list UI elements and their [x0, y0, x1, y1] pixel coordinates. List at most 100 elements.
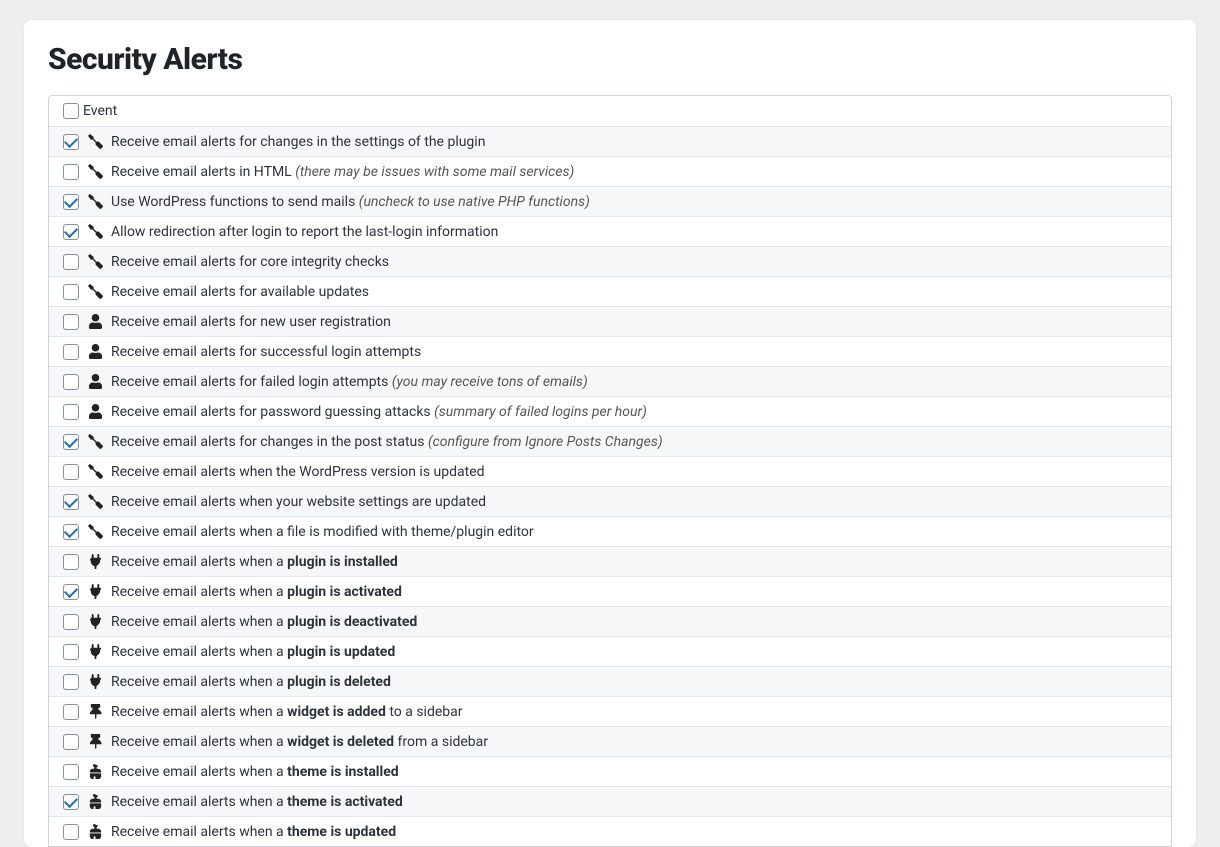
alert-row: Receive email alerts when a file is modi… — [49, 516, 1171, 546]
plug-icon — [88, 644, 103, 659]
alert-checkbox[interactable] — [63, 734, 79, 750]
alert-checkbox[interactable] — [63, 194, 79, 210]
alert-label: Receive email alerts when the WordPress … — [107, 464, 1161, 480]
select-all-checkbox[interactable] — [63, 103, 79, 119]
alert-row: Use WordPress functions to send mails (u… — [49, 186, 1171, 216]
alert-row: Receive email alerts for successful logi… — [49, 336, 1171, 366]
alert-label: Receive email alerts when a plugin is up… — [107, 644, 1161, 660]
alert-label: Receive email alerts when a plugin is in… — [107, 554, 1161, 570]
alert-checkbox[interactable] — [63, 824, 79, 840]
alert-label: Receive email alerts in HTML (there may … — [107, 164, 1161, 180]
wrench-icon — [88, 254, 103, 269]
alert-row: Receive email alerts when your website s… — [49, 486, 1171, 516]
alert-label: Receive email alerts for failed login at… — [107, 374, 1161, 390]
alert-row: Receive email alerts for password guessi… — [49, 396, 1171, 426]
alert-checkbox[interactable] — [63, 764, 79, 780]
alert-label: Receive email alerts when a theme is act… — [107, 794, 1161, 810]
alert-label: Receive email alerts for core integrity … — [107, 254, 1161, 270]
alert-row: Receive email alerts when a widget is ad… — [49, 696, 1171, 726]
alert-row: Receive email alerts when a theme is ins… — [49, 756, 1171, 786]
alert-checkbox[interactable] — [63, 284, 79, 300]
alert-row: Receive email alerts when a plugin is in… — [49, 546, 1171, 576]
alert-label: Receive email alerts for available updat… — [107, 284, 1161, 300]
alert-row: Receive email alerts when a plugin is ac… — [49, 576, 1171, 606]
alerts-table: Event Receive email alerts for changes in… — [48, 95, 1172, 847]
alert-row: Receive email alerts for failed login at… — [49, 366, 1171, 396]
alert-checkbox[interactable] — [63, 374, 79, 390]
alert-checkbox[interactable] — [63, 464, 79, 480]
alert-row: Receive email alerts for available updat… — [49, 276, 1171, 306]
user-icon — [88, 374, 103, 389]
brush-icon — [88, 824, 103, 839]
plug-icon — [88, 584, 103, 599]
alert-row: Receive email alerts when a plugin is up… — [49, 636, 1171, 666]
alert-row: Receive email alerts for new user regist… — [49, 306, 1171, 336]
alert-row: Allow redirection after login to report … — [49, 216, 1171, 246]
alert-label: Receive email alerts when a plugin is de… — [107, 674, 1161, 690]
wrench-icon — [88, 224, 103, 239]
plug-icon — [88, 554, 103, 569]
alert-checkbox[interactable] — [63, 164, 79, 180]
alert-checkbox[interactable] — [63, 224, 79, 240]
alert-checkbox[interactable] — [63, 314, 79, 330]
alert-checkbox[interactable] — [63, 494, 79, 510]
brush-icon — [88, 794, 103, 809]
alert-label: Receive email alerts when a theme is ins… — [107, 764, 1161, 780]
alert-label: Receive email alerts for password guessi… — [107, 404, 1161, 420]
wrench-icon — [88, 524, 103, 539]
alert-row: Receive email alerts in HTML (there may … — [49, 156, 1171, 186]
alert-label: Receive email alerts when your website s… — [107, 494, 1161, 510]
page-title: Security Alerts — [48, 42, 1172, 77]
alert-label: Receive email alerts when a theme is upd… — [107, 824, 1161, 840]
pin-icon — [88, 734, 103, 749]
alert-label: Receive email alerts for changes in the … — [107, 134, 1161, 150]
alert-checkbox[interactable] — [63, 674, 79, 690]
alert-row: Receive email alerts when a plugin is de… — [49, 666, 1171, 696]
wrench-icon — [88, 194, 103, 209]
alert-checkbox[interactable] — [63, 704, 79, 720]
alert-checkbox[interactable] — [63, 524, 79, 540]
alert-checkbox[interactable] — [63, 584, 79, 600]
wrench-icon — [88, 434, 103, 449]
alert-label: Receive email alerts for new user regist… — [107, 314, 1161, 330]
alert-row: Receive email alerts for changes in the … — [49, 426, 1171, 456]
alert-checkbox[interactable] — [63, 404, 79, 420]
alert-label: Receive email alerts for successful logi… — [107, 344, 1161, 360]
alert-label: Allow redirection after login to report … — [107, 224, 1161, 240]
brush-icon — [88, 764, 103, 779]
wrench-icon — [88, 164, 103, 179]
alert-label: Receive email alerts when a plugin is de… — [107, 614, 1161, 630]
alert-checkbox[interactable] — [63, 134, 79, 150]
alert-label: Receive email alerts when a file is modi… — [107, 524, 1161, 540]
alert-row: Receive email alerts when a theme is act… — [49, 786, 1171, 816]
alert-row: Receive email alerts when the WordPress … — [49, 456, 1171, 486]
wrench-icon — [88, 284, 103, 299]
alert-row: Receive email alerts when a widget is de… — [49, 726, 1171, 756]
alert-checkbox[interactable] — [63, 644, 79, 660]
alert-row: Receive email alerts when a plugin is de… — [49, 606, 1171, 636]
plug-icon — [88, 674, 103, 689]
wrench-icon — [88, 134, 103, 149]
alert-checkbox[interactable] — [63, 794, 79, 810]
alert-row: Receive email alerts for core integrity … — [49, 246, 1171, 276]
plug-icon — [88, 614, 103, 629]
alert-checkbox[interactable] — [63, 254, 79, 270]
table-header-row: Event — [49, 96, 1171, 126]
alert-row: Receive email alerts for changes in the … — [49, 126, 1171, 156]
alert-label: Receive email alerts when a plugin is ac… — [107, 584, 1161, 600]
alert-checkbox[interactable] — [63, 344, 79, 360]
alert-checkbox[interactable] — [63, 554, 79, 570]
alert-label: Receive email alerts for changes in the … — [107, 434, 1161, 450]
wrench-icon — [88, 464, 103, 479]
alert-label: Receive email alerts when a widget is de… — [107, 734, 1161, 750]
user-icon — [88, 404, 103, 419]
alert-label: Use WordPress functions to send mails (u… — [107, 194, 1161, 210]
alert-row: Receive email alerts when a theme is upd… — [49, 816, 1171, 846]
alert-label: Receive email alerts when a widget is ad… — [107, 704, 1161, 720]
pin-icon — [88, 704, 103, 719]
alert-checkbox[interactable] — [63, 614, 79, 630]
alert-checkbox[interactable] — [63, 434, 79, 450]
user-icon — [88, 314, 103, 329]
column-header-event: Event — [83, 103, 1161, 119]
user-icon — [88, 344, 103, 359]
